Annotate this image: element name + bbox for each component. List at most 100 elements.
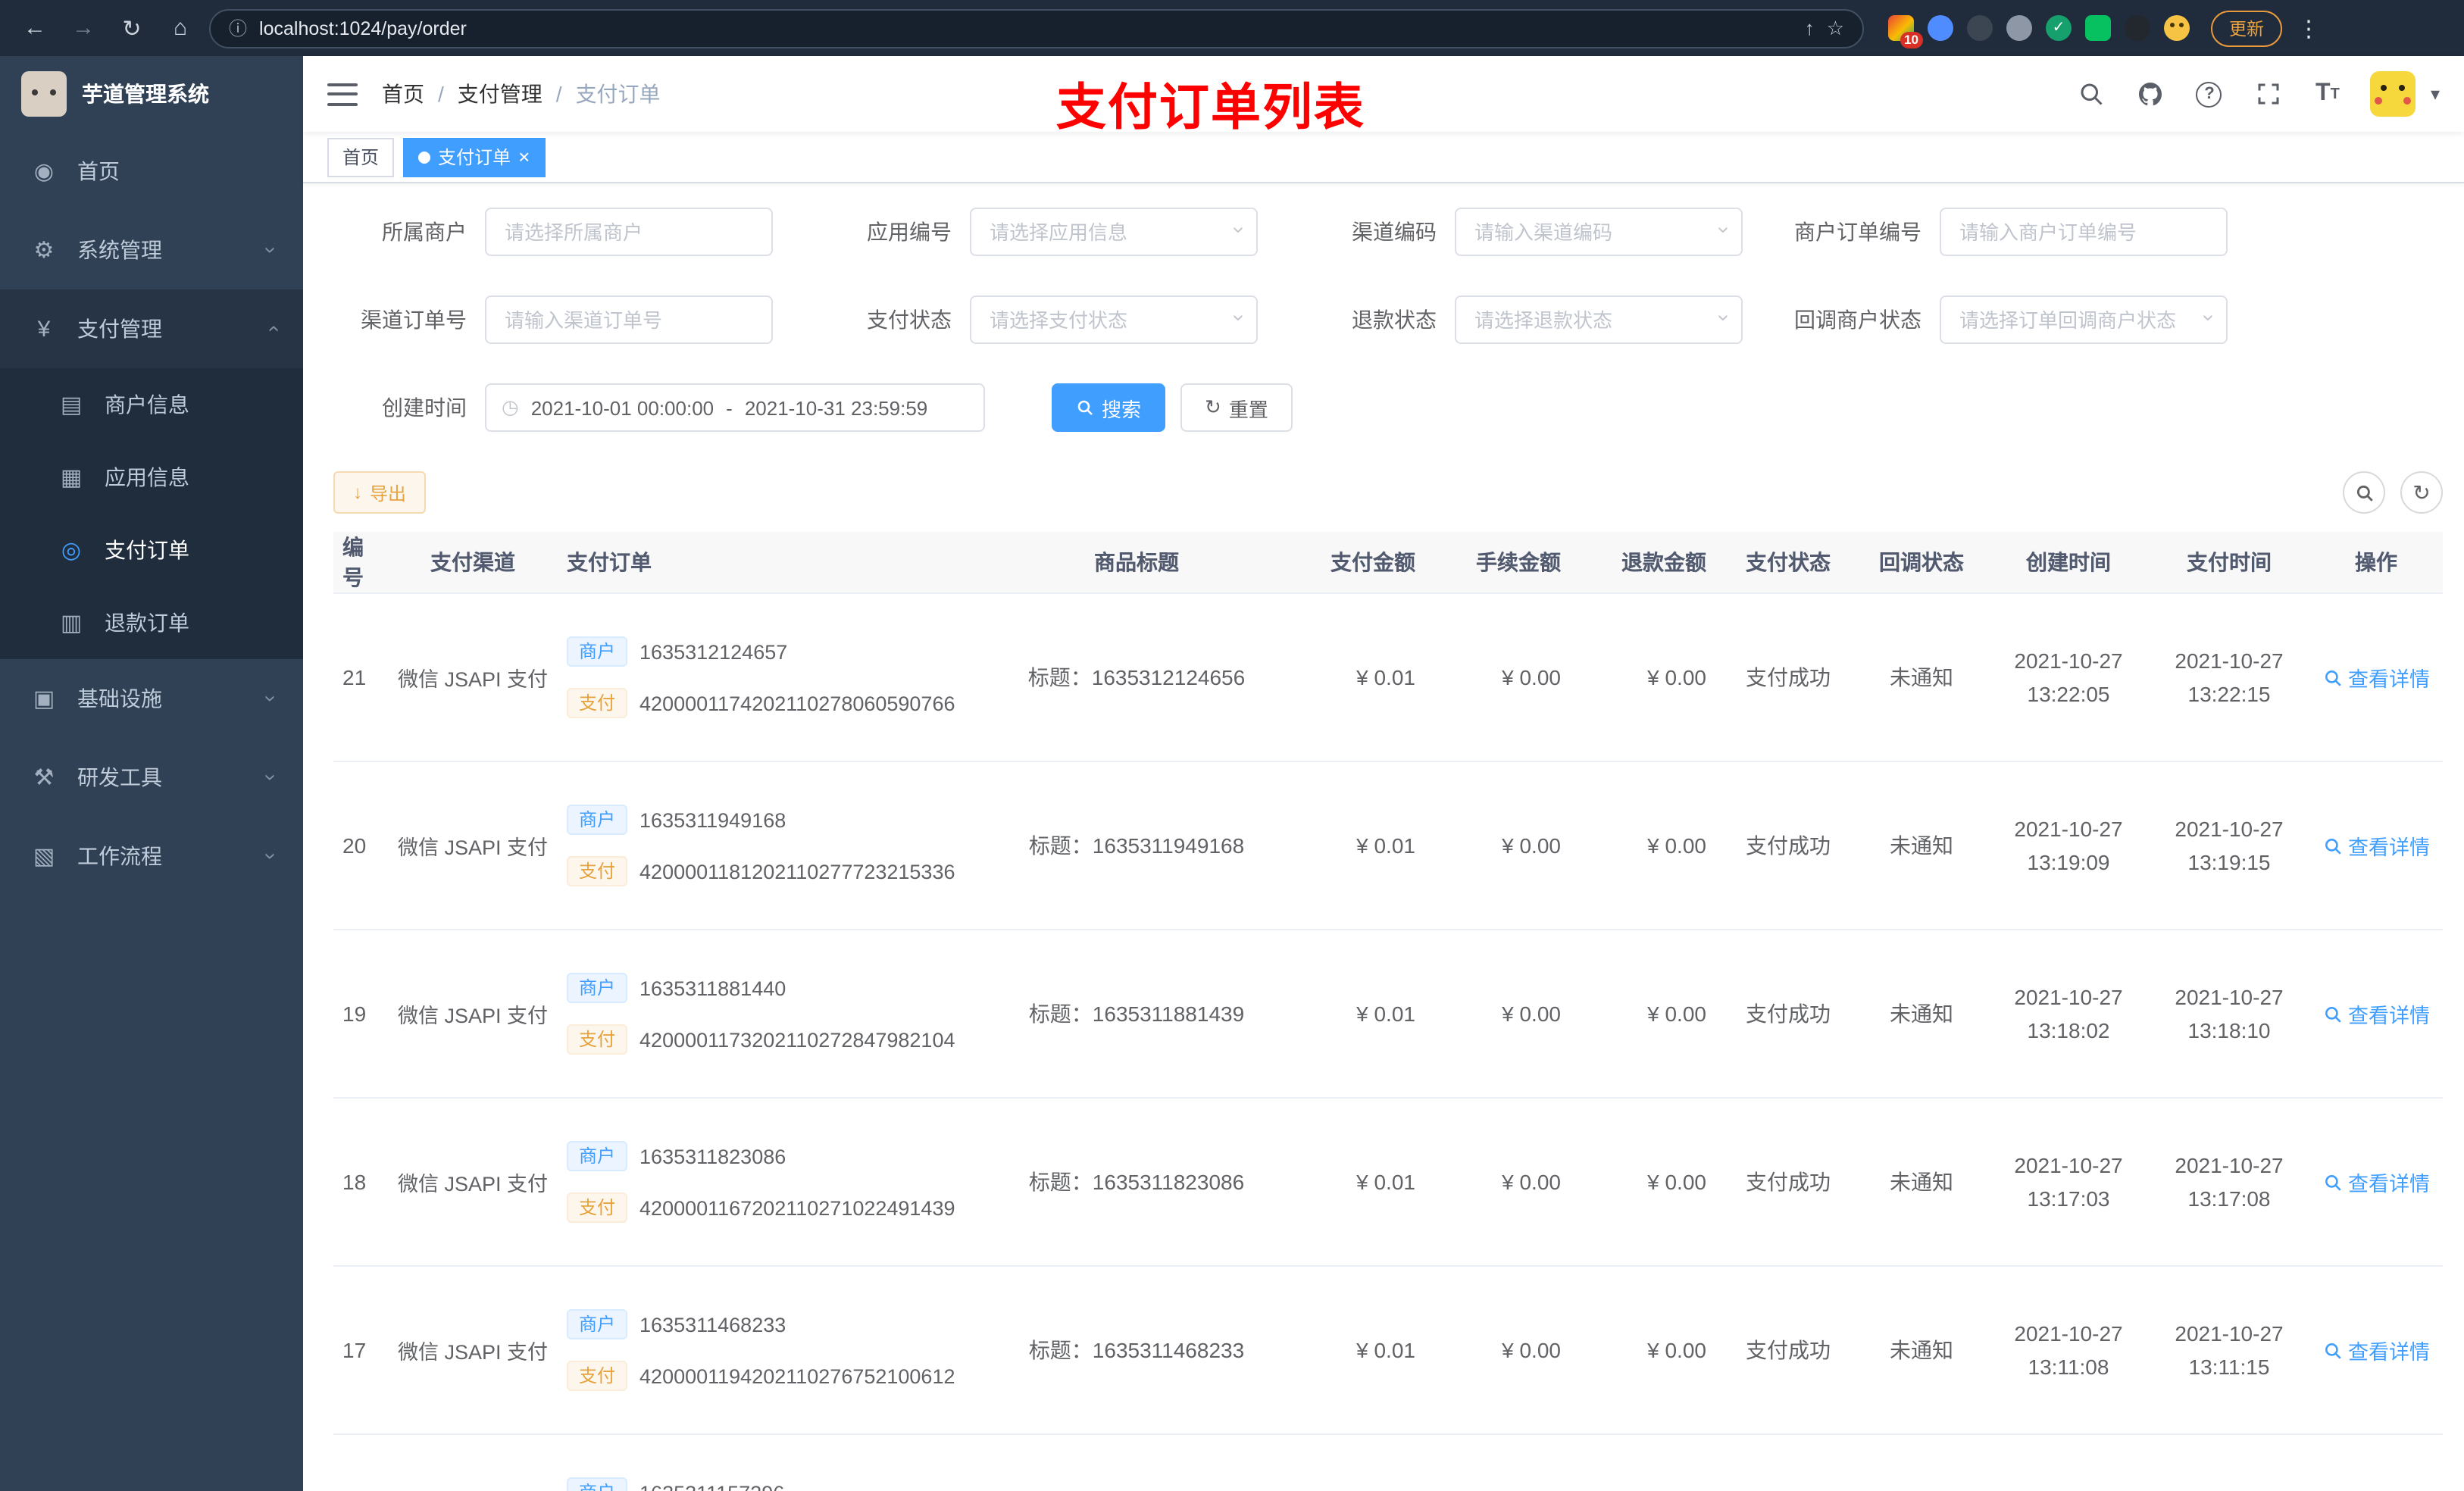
extension-icon[interactable] [2006,15,2032,41]
merchant-order-no-input[interactable] [1940,208,2228,256]
sidebar-item-system[interactable]: ⚙ 系统管理 › [0,211,303,289]
close-icon[interactable]: × [518,147,530,167]
sidebar-item-merchant-info[interactable]: ▤ 商户信息 [0,368,303,441]
sidebar-item-app-info[interactable]: ▦ 应用信息 [0,441,303,514]
pay-tag: 支付 [567,1361,628,1391]
view-detail-link[interactable]: 查看详情 [2322,1167,2430,1197]
filter-label: 渠道订单号 [361,308,467,332]
toggle-search-button[interactable] [2343,471,2385,514]
app-select[interactable] [970,208,1258,256]
order-id: 18 [333,1098,388,1267]
extension-icon[interactable] [2046,15,2072,41]
create-time-cell: 2021-10-27 13:17:03 [1988,1098,2149,1267]
pay-time-cell: 2021-10-27 13:19:15 [2149,761,2309,930]
help-icon[interactable]: ? [2193,77,2226,111]
user-avatar[interactable] [2369,71,2416,117]
menu-label: 商户信息 [105,392,189,417]
notify-status: 未通知 [1855,761,1988,930]
search-button[interactable]: 搜索 [1052,383,1166,432]
extension-icon[interactable] [1967,15,1993,41]
pay-order-cell: 商户 1635311949168 支付 42000011812021102777… [558,761,982,930]
browser-home-icon[interactable]: ⌂ [161,8,200,48]
refresh-table-button[interactable]: ↻ [2400,471,2443,514]
address-bar[interactable]: ⓘ localhost:1024/pay/order ↑ ☆ [209,8,1864,48]
sidebar-item-refund-order[interactable]: ▥ 退款订单 [0,586,303,659]
column-header: 编号 [333,532,388,594]
chevron-down-icon: › [260,852,285,860]
tag-pay-order[interactable]: 支付订单 × [403,137,546,177]
refund-status-select[interactable] [1455,295,1743,344]
sidebar-item-home[interactable]: ◉ 首页 [0,132,303,211]
extension-icon[interactable]: 10 [1888,15,1923,48]
channel-code-select[interactable] [1455,208,1743,256]
view-detail-link[interactable]: 查看详情 [2322,662,2430,692]
clock-icon: ◷ [502,395,519,418]
sidebar-item-devtool[interactable]: ⚒ 研发工具 › [0,738,303,817]
extension-icon[interactable] [1928,15,1953,41]
merchant-select[interactable] [485,208,773,256]
tag-home[interactable]: 首页 [327,137,395,177]
filter-label: 所属商户 [382,220,467,244]
create-time-cell: 2021-10-27 13:11:08 [1988,1266,2149,1435]
monitor-icon: ▣ [33,686,55,712]
action-cell: 查看详情 [2309,930,2443,1099]
view-detail-link[interactable]: 查看详情 [2322,1335,2430,1365]
navbar-tools: ? TT ▾ [2075,71,2440,117]
view-detail-link[interactable]: 查看详情 [2322,999,2430,1029]
extension-icon[interactable] [2125,15,2150,41]
channel-order-no-input[interactable] [485,295,773,344]
browser-chrome: ← → ↻ ⌂ ⓘ localhost:1024/pay/order ↑ ☆ 1… [0,0,2464,56]
browser-menu-icon[interactable]: ⋮ [2297,14,2320,42]
merchant-order-no: 1635311949168 [639,808,786,831]
order-table: 编号 支付渠道 支付订单 商品标题 支付金额 手续金额 退款金额 支付状态 回调… [333,532,2443,1491]
pay-channel: 微信 JSAPI 支付 [388,761,558,930]
breadcrumb-section[interactable]: 支付管理 [458,79,543,109]
sidebar-item-infra[interactable]: ▣ 基础设施 › [0,659,303,738]
merchant-tag: 商户 [567,805,628,835]
merchant-tag: 商户 [567,1141,628,1171]
create-time-range-picker[interactable]: ◷ 2021-10-01 00:00:00 - 2021-10-31 23:59… [485,383,985,432]
sidebar-toggle-button[interactable] [327,83,358,105]
tag-label: 支付订单 [438,147,511,168]
active-dot [418,151,431,163]
bookmark-star-icon[interactable]: ☆ [1827,16,1844,40]
sidebar-item-pay-order[interactable]: ◎ 支付订单 [0,514,303,586]
view-detail-link[interactable]: 查看详情 [2322,830,2430,861]
pay-time-cell [2149,1434,2309,1491]
column-header: 手续金额 [1431,532,1576,594]
pay-status-select[interactable] [970,295,1258,344]
extension-icon[interactable] [2164,15,2190,41]
column-header: 支付渠道 [388,532,558,594]
gear-icon: ⚙ [33,238,55,264]
reset-button[interactable]: ↻ 重置 [1180,383,1293,432]
channel-pay-no: 4200001167202110271022491439 [639,1196,955,1219]
channel-pay-no: 4200001173202110272847982104 [639,1028,955,1051]
refresh-icon: ↻ [2412,480,2431,504]
menu-label: 基础设施 [77,686,162,711]
font-size-icon[interactable]: TT [2311,77,2344,111]
breadcrumb-separator: / [438,82,444,106]
search-icon[interactable] [2075,77,2108,111]
app-logo[interactable]: 芋道管理系统 [0,56,303,132]
breadcrumb-home[interactable]: 首页 [382,79,424,109]
browser-forward-icon[interactable]: → [64,8,103,48]
share-icon[interactable]: ↑ [1805,17,1815,39]
browser-reload-icon[interactable]: ↻ [112,8,152,48]
record-icon: ◎ [61,538,82,564]
pay-order-cell: 商户 1635312124657 支付 42000011742021102780… [558,593,982,762]
site-info-icon[interactable]: ⓘ [229,15,247,41]
github-icon[interactable] [2134,77,2167,111]
filter-field-app: 应用编号 › [818,208,1258,256]
sidebar-item-pay[interactable]: ¥ 支付管理 › [0,289,303,368]
caret-down-icon[interactable]: ▾ [2431,83,2440,105]
sidebar-item-workflow[interactable]: ▧ 工作流程 › [0,817,303,896]
notify-status-select[interactable] [1940,295,2228,344]
browser-back-icon[interactable]: ← [15,8,55,48]
fullscreen-icon[interactable] [2252,77,2285,111]
merchant-order-no: 1635311881440 [639,977,786,999]
goods-title: 标题：1635312124656 [982,593,1291,762]
extension-icon[interactable] [2085,15,2111,41]
chrome-update-button[interactable]: 更新 [2211,10,2282,46]
pay-amount: ¥ 0.01 [1291,1266,1431,1435]
export-button[interactable]: ↓ 导出 [333,471,427,514]
